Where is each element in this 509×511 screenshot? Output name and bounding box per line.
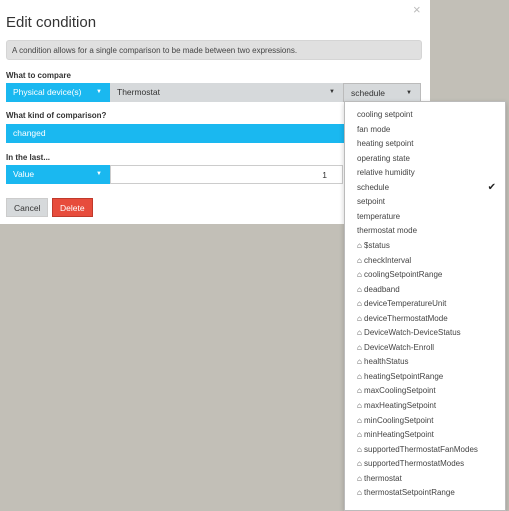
menu-item[interactable]: fan mode	[357, 123, 502, 137]
menu-item[interactable]: ⌂ deadband	[357, 283, 502, 297]
menu-item-label: ⌂ DeviceWatch-Enroll	[357, 342, 434, 352]
menu-item[interactable]: ⌂ $status	[357, 239, 502, 253]
menu-item[interactable]: relative humidity	[357, 166, 502, 180]
info-box: A condition allows for a single comparis…	[6, 40, 422, 60]
menu-item-label: ⌂ deviceTemperatureUnit	[357, 299, 447, 309]
cancel-button[interactable]: Cancel	[6, 198, 49, 217]
checkmark-icon: ✔	[487, 181, 496, 193]
menu-item-label: heating setpoint	[357, 139, 414, 149]
menu-item-label: ⌂ deviceThermostatMode	[357, 313, 448, 323]
menu-item[interactable]: cooling setpoint	[357, 108, 502, 122]
device-select[interactable]: Thermostat ▼	[110, 83, 343, 102]
menu-item-label: ⌂ maxCoolingSetpoint	[357, 386, 436, 396]
menu-item-label: ⌂ checkInterval	[357, 255, 412, 265]
menu-item-label: ⌂ thermostatSetpointRange	[357, 488, 455, 498]
menu-item-label: ⌂ coolingSetpointRange	[357, 270, 443, 280]
device-value: Thermostat	[117, 87, 160, 97]
source-value: Physical device(s)	[13, 87, 82, 97]
menu-item[interactable]: ⌂ minCoolingSetpoint	[357, 414, 502, 428]
menu-item-label: thermostat mode	[357, 226, 418, 236]
dialog-title: Edit condition	[6, 14, 97, 31]
menu-item-label: ⌂ deadband	[357, 284, 400, 294]
attribute-value: schedule	[351, 88, 386, 98]
menu-item[interactable]: ⌂ checkInterval	[357, 254, 502, 268]
menu-item[interactable]: ⌂ deviceTemperatureUnit	[357, 297, 502, 311]
menu-item[interactable]: ⌂ heatingSetpointRange	[357, 370, 502, 384]
chevron-down-icon: ▼	[96, 89, 102, 95]
menu-item-label: ⌂ minCoolingSetpoint	[357, 415, 434, 425]
menu-item[interactable]: ⌂ deviceThermostatMode	[357, 312, 502, 326]
menu-item-label: ⌂ maxHeatingSetpoint	[357, 401, 437, 410]
menu-item-label: operating state	[357, 153, 410, 163]
last-value-input[interactable]: 1	[110, 165, 343, 184]
menu-item[interactable]: operating state	[357, 152, 502, 166]
last-type-select[interactable]: Value ▼	[6, 165, 110, 184]
menu-item-label: ⌂ heatingSetpointRange	[357, 371, 444, 381]
menu-item-label: schedule	[357, 182, 390, 192]
menu-item-label: ⌂ thermostat	[357, 473, 402, 483]
chevron-down-icon: ▼	[96, 171, 102, 177]
menu-item-label: setpoint	[357, 197, 386, 207]
menu-item[interactable]: ⌂ supportedThermostatModes	[357, 457, 502, 471]
menu-item-label: ⌂ supportedThermostatModes	[357, 459, 465, 469]
menu-item[interactable]: ⌂ DeviceWatch-Enroll	[357, 341, 502, 355]
attribute-dropdown-menu[interactable]: cooling setpoint fan mode heating setpoint…	[344, 101, 506, 511]
menu-item[interactable]: thermostat mode	[357, 224, 502, 238]
comparison-label: What kind of comparison?	[6, 111, 107, 120]
menu-item-label: ⌂ $status	[357, 240, 390, 250]
menu-item-label: cooling setpoint	[357, 110, 413, 119]
close-icon[interactable]: ×	[413, 2, 421, 17]
menu-item[interactable]: ⌂ thermostat	[357, 472, 502, 486]
menu-item-label: relative humidity	[357, 168, 415, 178]
menu-item[interactable]: ⌂ maxHeatingSetpoint	[357, 399, 502, 413]
menu-item[interactable]: ⌂ DeviceWatch-DeviceStatus	[357, 326, 502, 340]
menu-item-label: ⌂ healthStatus	[357, 357, 409, 367]
menu-item[interactable]: schedule ✔	[357, 181, 502, 195]
chevron-down-icon: ▼	[329, 89, 335, 95]
last-type-value: Value	[13, 169, 35, 179]
delete-button[interactable]: Delete	[52, 198, 93, 217]
menu-item-label: ⌂ minHeatingSetpoint	[357, 430, 434, 440]
attribute-select[interactable]: schedule ▼	[343, 83, 421, 102]
source-select[interactable]: Physical device(s) ▼	[6, 83, 110, 102]
menu-item[interactable]: ⌂ thermostatSetpointRange	[357, 486, 502, 500]
menu-item[interactable]: ⌂ coolingSetpointRange	[357, 268, 502, 282]
menu-item[interactable]: ⌂ healthStatus	[357, 355, 502, 369]
menu-item[interactable]: temperature	[357, 210, 502, 224]
menu-item[interactable]: ⌂ supportedThermostatFanModes	[357, 443, 502, 457]
menu-item-label: fan mode	[357, 124, 391, 134]
menu-item-label: ⌂ DeviceWatch-DeviceStatus	[357, 328, 461, 338]
menu-item-label: temperature	[357, 211, 401, 221]
menu-item[interactable]: ⌂ minHeatingSetpoint	[357, 428, 502, 442]
compare-label: What to compare	[6, 71, 71, 80]
menu-item[interactable]: heating setpoint	[357, 137, 502, 151]
menu-item[interactable]: ⌂ maxCoolingSetpoint	[357, 384, 502, 398]
last-label: In the last...	[6, 153, 51, 162]
menu-item-label: ⌂ supportedThermostatFanModes	[357, 444, 478, 454]
menu-item[interactable]: setpoint	[357, 195, 502, 209]
